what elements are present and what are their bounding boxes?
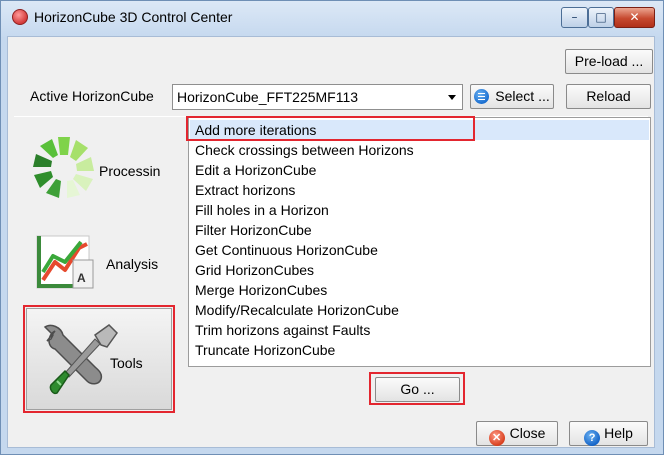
processing-wheel-icon [33,137,94,198]
go-button[interactable]: Go ... [375,377,460,402]
category-tools-button[interactable]: Tools [23,305,175,413]
svg-text:A: A [77,271,86,285]
help-button[interactable]: ? Help [569,421,648,446]
list-item[interactable]: Merge HorizonCubes [190,280,649,300]
help-icon: ? [584,430,601,446]
list-item[interactable]: Filter HorizonCube [190,220,649,240]
close-button[interactable]: ✕ Close [476,421,558,446]
close-icon: ✕ [488,430,505,446]
list-item[interactable]: Add more iterations [190,120,649,140]
select-button-label: Select ... [495,88,550,104]
select-button[interactable]: Select ... [470,84,554,109]
list-item[interactable]: Trim horizons against Faults [190,320,649,340]
maximize-button[interactable]: □ [588,7,614,28]
reload-button[interactable]: Reload [566,84,651,109]
active-horizoncube-value: HorizonCube_FFT225MF113 [177,89,359,105]
list-item[interactable]: Modify/Recalculate HorizonCube [190,300,649,320]
active-horizoncube-label: Active HorizonCube [30,88,154,104]
minimize-button[interactable]: – [561,7,588,28]
preload-button[interactable]: Pre-load ... [565,49,653,74]
list-item[interactable]: Edit a HorizonCube [190,160,649,180]
category-processing-button[interactable]: Processin [26,118,172,217]
list-item[interactable]: Grid HorizonCubes [190,260,649,280]
category-analysis-label: Analysis [106,256,159,272]
category-tools-label: Tools [110,355,143,371]
title-bar[interactable]: HorizonCube 3D Control Center – □ ✕ [1,1,663,37]
help-button-label: Help [604,425,633,441]
tools-listbox[interactable]: Add more iterations Check crossings betw… [188,117,651,367]
active-horizoncube-select[interactable]: HorizonCube_FFT225MF113 [172,84,463,110]
chevron-down-icon [448,95,456,100]
window-title: HorizonCube 3D Control Center [34,9,233,25]
list-item[interactable]: Truncate HorizonCube [190,340,649,360]
list-icon [474,89,490,104]
category-processing-label: Processin [99,163,161,179]
list-item[interactable]: Fill holes in a Horizon [190,200,649,220]
analysis-chart-icon: A [36,235,94,289]
category-analysis-button[interactable]: A Analysis [26,213,172,312]
list-item[interactable]: Check crossings between Horizons [190,140,649,160]
list-item[interactable]: Extract horizons [190,180,649,200]
window-close-button[interactable]: ✕ [614,7,655,28]
list-item[interactable]: Get Continuous HorizonCube [190,240,649,260]
close-button-label: Close [509,425,546,441]
app-icon [12,9,28,25]
